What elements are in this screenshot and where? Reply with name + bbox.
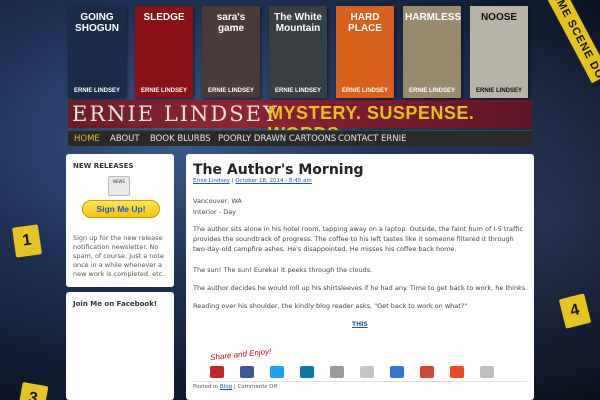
linkedin-icon[interactable] — [300, 366, 314, 378]
evidence-marker-3: 3 — [17, 381, 49, 400]
post-author-link[interactable]: Ernie Lindsey — [193, 178, 230, 184]
post-paragraph: The author decides he would roll up his … — [193, 284, 528, 292]
sidebar-title: Join Me on Facebook! — [73, 300, 158, 308]
nav-item-about[interactable]: ABOUT — [104, 131, 146, 147]
sign-up-button[interactable]: Sign Me Up! — [82, 200, 160, 218]
nav-item-home[interactable]: HOME — [68, 131, 106, 147]
post-date-link[interactable]: October 18, 2014 - 8:45 am — [235, 178, 312, 184]
sidebar-title: NEW RELEASES — [73, 162, 134, 170]
post-content: The Author's Morning Ernie Lindsey | Oct… — [186, 154, 534, 400]
sidebar-description: Sign up for the new release notification… — [73, 234, 165, 278]
book-cover[interactable]: The White Mountain ERNIE LINDSEY — [269, 6, 327, 98]
comments-status: Comments Off — [237, 384, 278, 390]
book-title: The White Mountain — [274, 12, 322, 34]
post-paragraph: The author sits alone in his hotel room,… — [193, 225, 523, 253]
book-author: ERNIE LINDSEY — [73, 88, 120, 94]
site-name: ERNIE LINDSEY — [72, 102, 279, 126]
newspaper-icon: NEWS — [108, 176, 130, 196]
book-author: ERNIE LINDSEY — [274, 88, 321, 94]
facebook-icon[interactable] — [240, 366, 254, 378]
email-icon[interactable] — [360, 366, 374, 378]
book-title: NOOSE — [480, 12, 518, 23]
posted-in-label: Posted in — [193, 384, 219, 390]
stumbleupon-icon[interactable] — [450, 366, 464, 378]
sidebar-new-releases: NEW RELEASES NEWS Sign Me Up! Sign up fo… — [66, 154, 174, 287]
book-title: HARD PLACE — [348, 12, 382, 34]
post-meta: Ernie Lindsey | October 18, 2014 - 8:45 … — [193, 178, 312, 184]
meta-separator: | — [231, 178, 234, 184]
news-icon-label: NEWS — [112, 179, 125, 184]
book-cover[interactable]: NOOSE ERNIE LINDSEY — [470, 6, 528, 98]
post-scene: Interior - Day — [193, 208, 237, 216]
print-icon[interactable] — [330, 366, 344, 378]
delicious-icon[interactable] — [390, 366, 404, 378]
sidebar-facebook: Join Me on Facebook! — [66, 292, 174, 400]
book-title: sara's game — [216, 12, 246, 34]
book-title: SLEDGE — [143, 12, 185, 23]
book-cover[interactable]: sara's game ERNIE LINDSEY — [202, 6, 260, 98]
nav-item-book-blurbs[interactable]: BOOK BLURBS — [144, 131, 217, 147]
post-title[interactable]: The Author's Morning — [193, 162, 364, 178]
book-title: GOING SHOGUN — [75, 12, 119, 34]
main-nav: HOME ABOUT BOOK BLURBS POORLY DRAWN CART… — [68, 130, 532, 146]
post-location: Vancouver, WA — [193, 197, 242, 205]
site-banner[interactable]: ERNIE LINDSEY MYSTERY. SUSPENSE. WORDS. — [68, 100, 532, 144]
post-paragraph: The sun! The sun! Eureka! It peeks throu… — [193, 266, 373, 274]
pinterest-icon[interactable] — [210, 366, 224, 378]
nav-item-cartoons[interactable]: POORLY DRAWN CARTOONS — [212, 131, 342, 147]
book-author: ERNIE LINDSEY — [475, 88, 522, 94]
book-author: ERNIE LINDSEY — [408, 88, 455, 94]
book-author: ERNIE LINDSEY — [207, 88, 254, 94]
share-icon-row — [210, 366, 510, 378]
post-footer: Posted in Blog | Comments Off — [193, 384, 277, 390]
footer-separator: | — [233, 384, 236, 390]
google-plus-icon[interactable] — [420, 366, 434, 378]
evidence-marker-1: 1 — [12, 224, 42, 258]
book-author: ERNIE LINDSEY — [341, 88, 388, 94]
category-link[interactable]: Blog — [220, 384, 232, 390]
more-icon[interactable] — [480, 366, 494, 378]
book-cover[interactable]: SLEDGE ERNIE LINDSEY — [135, 6, 193, 98]
post-divider — [193, 381, 527, 382]
book-author: ERNIE LINDSEY — [140, 88, 187, 94]
share-label: Share and Enjoy! — [209, 346, 272, 363]
book-cover-row: GOING SHOGUN ERNIE LINDSEY SLEDGE ERNIE … — [68, 6, 532, 98]
book-cover[interactable]: HARMLESS ERNIE LINDSEY — [403, 6, 461, 98]
book-cover[interactable]: GOING SHOGUN ERNIE LINDSEY — [68, 6, 126, 98]
post-paragraph: Reading over his shoulder, the kindly bl… — [193, 302, 468, 310]
nav-item-contact[interactable]: CONTACT ERNIE — [332, 131, 413, 147]
book-cover[interactable]: HARD PLACE ERNIE LINDSEY — [336, 6, 394, 98]
this-link[interactable]: THIS — [352, 321, 368, 328]
twitter-icon[interactable] — [270, 366, 284, 378]
book-title: HARMLESS — [405, 12, 461, 23]
